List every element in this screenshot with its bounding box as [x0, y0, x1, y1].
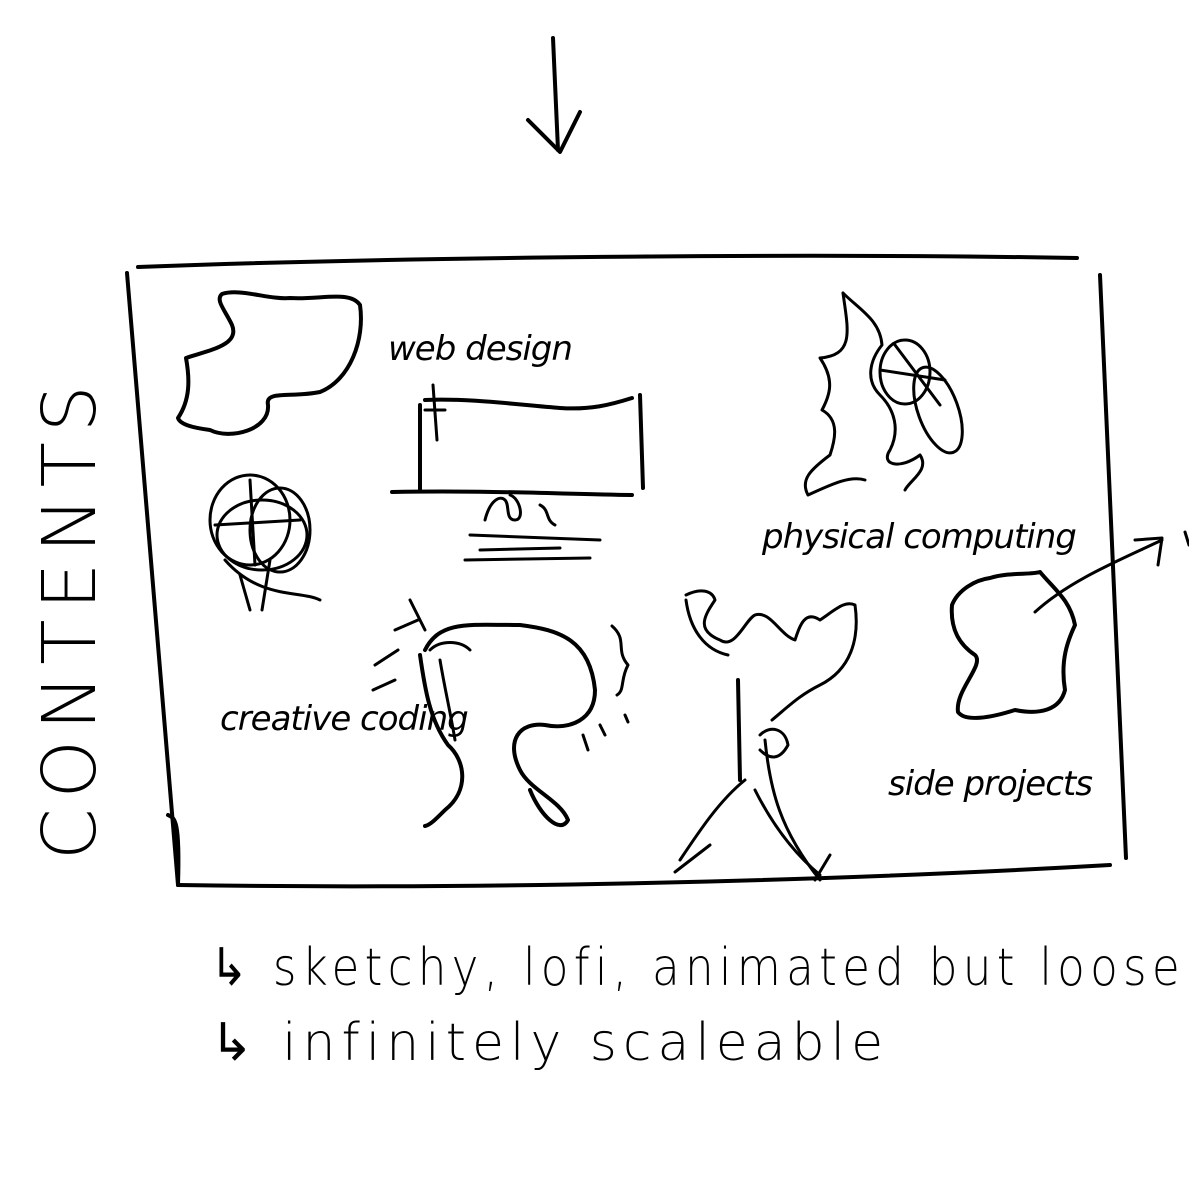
- blob-icon: [176, 290, 363, 436]
- monitor-icon: [390, 383, 645, 562]
- note-line-1: ↳ sketchy, lofi, animated but loose: [210, 938, 1185, 998]
- scribble-icon: [208, 473, 322, 612]
- creative-coding-label: creative coding: [220, 699, 468, 739]
- arrow-down-icon: [526, 36, 582, 154]
- sketch-canvas: CONTENTS web design physical computing s…: [27, 36, 1189, 1073]
- web-design-label: web design: [388, 329, 572, 369]
- physical-computing-label: physical computing: [761, 517, 1076, 557]
- plant-icon: [803, 291, 964, 497]
- contents-side-label: CONTENTS: [27, 375, 113, 860]
- figure-icon: [673, 589, 858, 882]
- note-line-2: ↳ infinitely scaleable: [210, 1013, 889, 1073]
- creative-coding-label-text: creative coding: [220, 699, 468, 739]
- side-projects-label: side projects: [888, 764, 1092, 804]
